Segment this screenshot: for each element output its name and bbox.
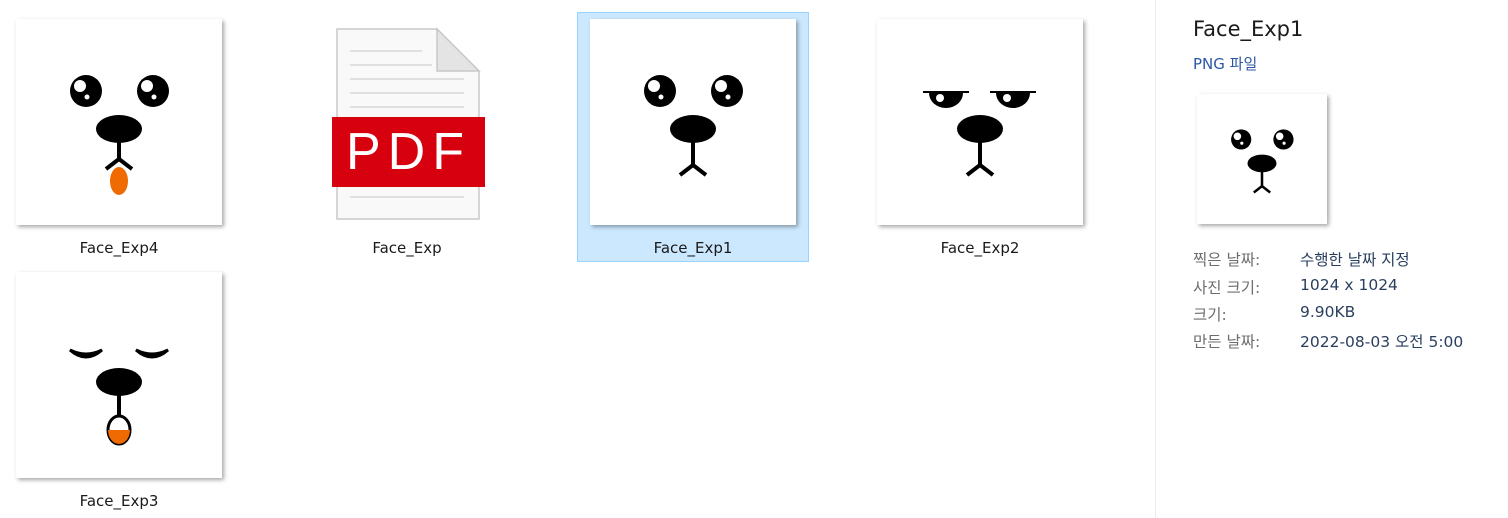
thumbnail (4, 13, 236, 235)
file-name: Face_Exp3 (79, 492, 159, 510)
details-key: 사진 크기: (1193, 279, 1261, 297)
file-tile-face-exp1[interactable]: Face_Exp1 (577, 12, 809, 262)
thumbnail (578, 13, 810, 235)
thumbnail: PDF (292, 13, 524, 235)
details-pane: Face_Exp1 PNG 파일 찍은 날짜: 수행한 날짜 지정 사진 크기:… (1155, 0, 1508, 518)
file-tile-face-exp2[interactable]: Face_Exp2 (864, 12, 1096, 262)
file-name: Face_Exp (372, 239, 442, 257)
file-tile-face-exp3[interactable]: Face_Exp3 (3, 265, 235, 515)
details-file-title: Face_Exp1 (1193, 17, 1304, 41)
file-tile-face-exp[interactable]: PDF Face_Exp (291, 12, 523, 262)
face-neutral-thumbnail (590, 19, 796, 225)
face-sleeping-thumbnail (16, 272, 222, 478)
thumbnail (4, 266, 236, 488)
details-value[interactable]: 수행한 날짜 지정 (1300, 248, 1410, 270)
file-name: Face_Exp4 (79, 239, 159, 257)
file-name: Face_Exp1 (653, 239, 733, 257)
file-tile-face-exp4[interactable]: Face_Exp4 (3, 12, 235, 262)
thumbnail (865, 13, 1097, 235)
file-name: Face_Exp2 (940, 239, 1020, 257)
details-key: 만든 날짜: (1193, 333, 1261, 351)
details-file-type: PNG 파일 (1193, 55, 1258, 73)
face-tongue-thumbnail (16, 19, 222, 225)
details-key: 찍은 날짜: (1193, 251, 1261, 269)
pdf-badge-text: PDF (346, 123, 471, 181)
details-value: 9.90KB (1300, 303, 1356, 321)
details-value: 1024 x 1024 (1300, 276, 1398, 294)
details-preview-image (1197, 94, 1327, 224)
details-value: 2022-08-03 오전 5:00 (1300, 333, 1464, 351)
details-key: 크기: (1193, 306, 1227, 324)
face-sleepy-thumbnail (877, 19, 1083, 225)
